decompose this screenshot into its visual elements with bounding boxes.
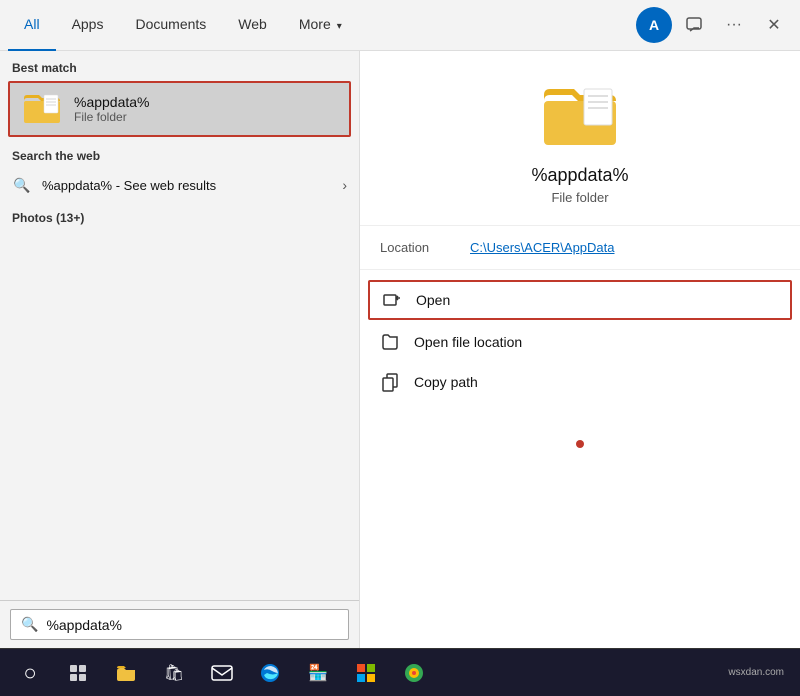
location-row: Location C:\Users\ACER\AppData (360, 226, 800, 270)
action-list: Open Open file location (360, 270, 800, 410)
close-icon[interactable]: ✕ (756, 7, 792, 43)
search-box-container: 🔍 (0, 600, 359, 648)
search-box-icon: 🔍 (21, 616, 38, 633)
open-label: Open (416, 292, 450, 308)
search-web-item[interactable]: 🔍 %appdata% - See web results › (0, 167, 359, 203)
folder-preview-icon (540, 81, 620, 153)
nav-controls: A ··· ✕ (636, 7, 792, 43)
photos-label: Photos (13+) (0, 203, 359, 229)
best-match-text: %appdata% File folder (74, 94, 150, 124)
open-button[interactable]: Open (368, 280, 792, 320)
copy-path-button[interactable]: Copy path (360, 362, 800, 402)
left-panel: Best match %appdata% File folder (0, 51, 360, 648)
tab-documents[interactable]: Documents (119, 0, 222, 51)
arrow-right-icon: › (342, 177, 347, 193)
preview-type: File folder (551, 190, 608, 205)
folder-icon (22, 91, 62, 127)
main-content: Best match %appdata% File folder (0, 51, 800, 648)
open-file-location-label: Open file location (414, 334, 522, 350)
chevron-down-icon (335, 16, 342, 32)
tab-apps[interactable]: Apps (56, 0, 120, 51)
right-panel: %appdata% File folder Location C:\Users\… (360, 51, 800, 648)
taskbar-search-btn[interactable]: ○ (8, 653, 52, 693)
watermark: wsxdan.com (728, 667, 792, 678)
taskbar-edge-btn[interactable] (248, 653, 292, 693)
search-icon: 🔍 (12, 175, 32, 195)
open-file-location-button[interactable]: Open file location (360, 322, 800, 362)
open-file-location-icon (380, 332, 400, 352)
best-match-label: Best match (0, 51, 359, 79)
copy-path-label: Copy path (414, 374, 478, 390)
red-dot-decoration (576, 440, 584, 448)
tab-more[interactable]: More (283, 0, 358, 51)
best-match-name: %appdata% (74, 94, 150, 110)
user-avatar[interactable]: A (636, 7, 672, 43)
taskbar-taskview-btn[interactable] (56, 653, 100, 693)
location-label: Location (380, 240, 450, 255)
best-match-item[interactable]: %appdata% File folder (8, 81, 351, 137)
search-input[interactable] (46, 617, 338, 633)
taskbar-bag-btn[interactable]: 🏪 (296, 653, 340, 693)
tab-all[interactable]: All (8, 0, 56, 51)
feedback-icon[interactable] (676, 7, 712, 43)
open-icon (382, 290, 402, 310)
tab-web[interactable]: Web (222, 0, 283, 51)
top-nav: All Apps Documents Web More A ··· ✕ (0, 0, 800, 51)
taskbar-store-btn[interactable]: 🛍 (152, 653, 196, 693)
taskbar: ○ 🛍 🏪 (0, 648, 800, 696)
best-match-type: File folder (74, 110, 150, 124)
right-preview: %appdata% File folder (360, 51, 800, 226)
taskbar-app2-btn[interactable] (392, 653, 436, 693)
location-path[interactable]: C:\Users\ACER\AppData (470, 240, 615, 255)
more-options-icon[interactable]: ··· (716, 7, 752, 43)
search-web-label: Search the web (0, 139, 359, 167)
search-box: 🔍 (10, 609, 349, 640)
preview-name: %appdata% (531, 165, 628, 186)
taskbar-mail-btn[interactable] (200, 653, 244, 693)
search-web-text: %appdata% - See web results (42, 178, 332, 193)
copy-path-icon (380, 372, 400, 392)
taskbar-app1-btn[interactable] (344, 653, 388, 693)
taskbar-explorer-btn[interactable] (104, 653, 148, 693)
